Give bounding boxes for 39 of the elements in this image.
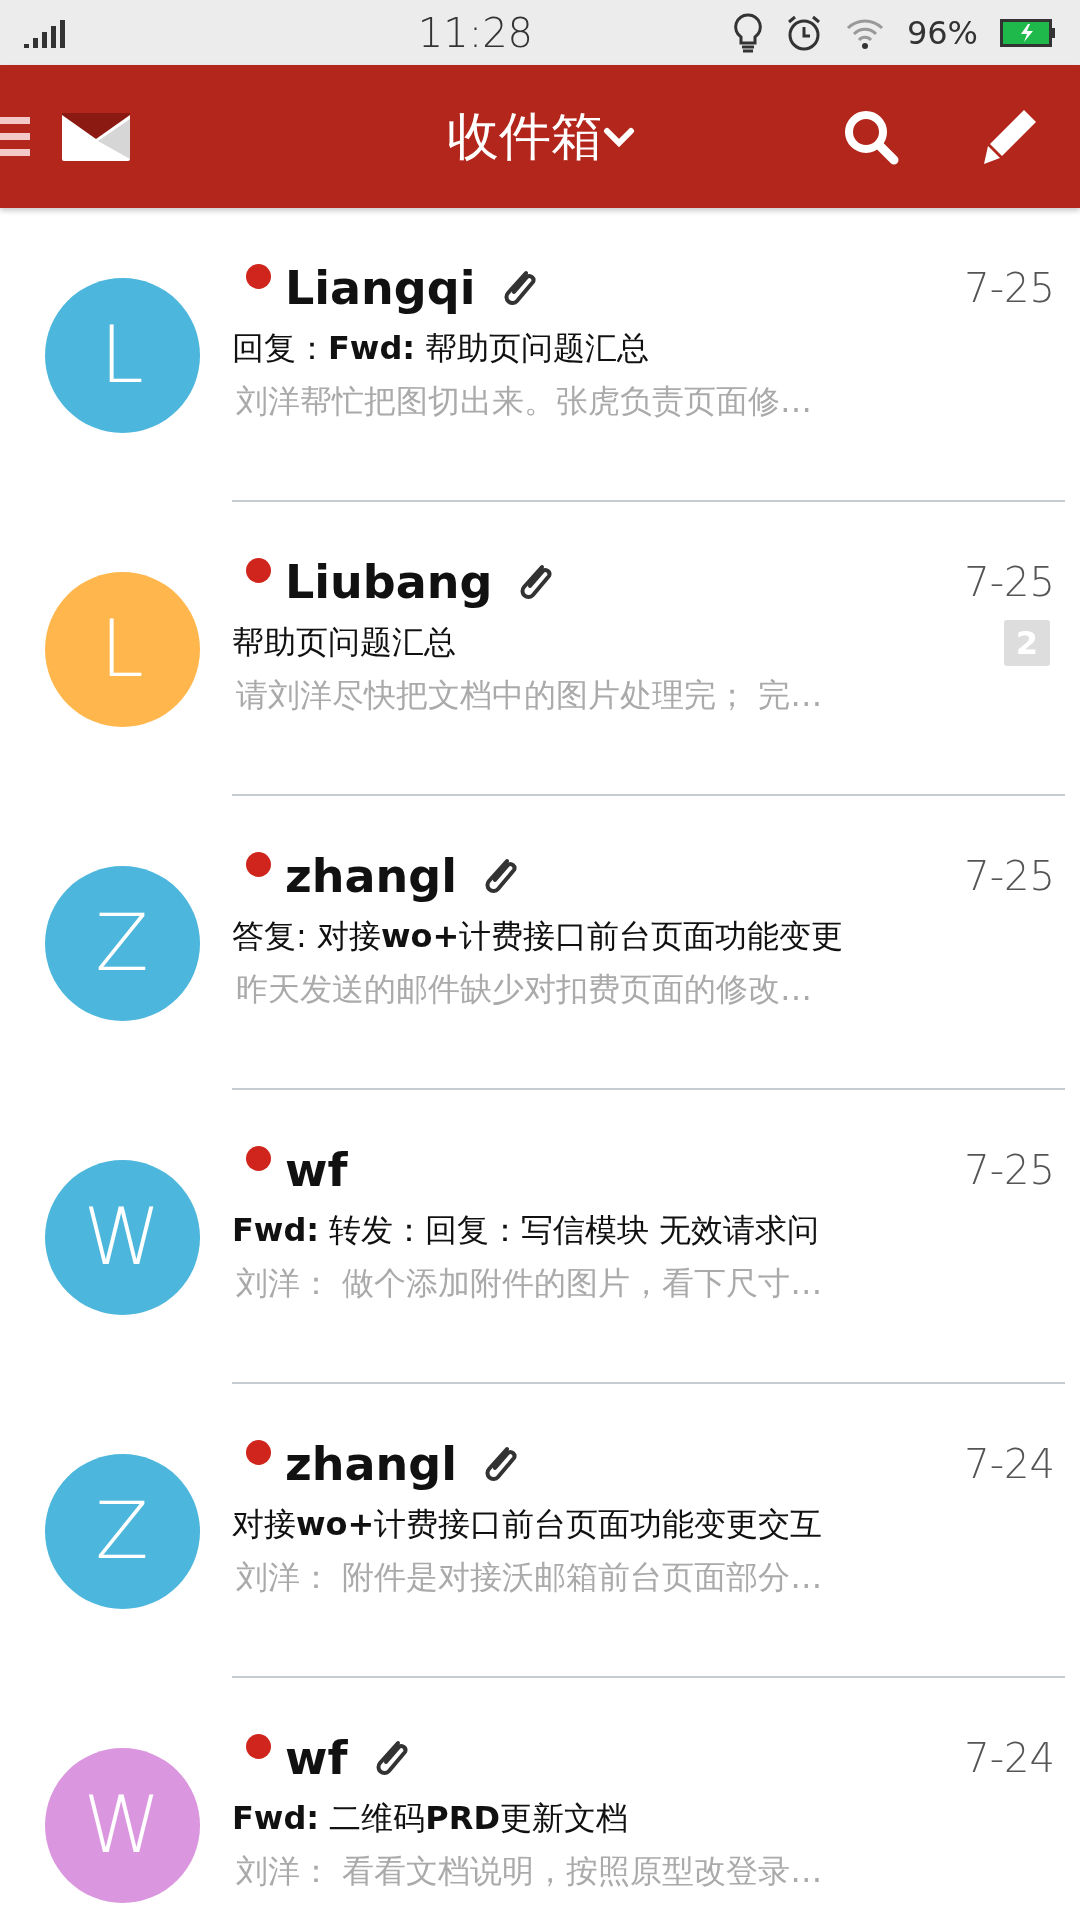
avatar: L bbox=[44, 571, 200, 727]
message-date: 7-24 bbox=[964, 1735, 1055, 1781]
message-preview: 昨天发送的邮件缺少对扣费页面的修改… bbox=[235, 969, 813, 1010]
message-date: 7-25 bbox=[964, 1147, 1055, 1193]
message-subject: 帮助页问题汇总 bbox=[232, 622, 456, 663]
avatar: L bbox=[44, 277, 200, 433]
chevron-down-icon[interactable] bbox=[603, 126, 635, 147]
message-subject: 答复: 对接wo+计费接口前台页面功能变更 bbox=[232, 916, 844, 957]
sender-name: zhangl bbox=[285, 849, 457, 903]
envelope-icon[interactable] bbox=[62, 112, 130, 161]
avatar: Z bbox=[44, 1453, 200, 1609]
sender-name: wf bbox=[285, 1731, 348, 1785]
message-subject: Fwd: 二维码PRD更新文档 bbox=[232, 1798, 628, 1839]
message-date: 7-24 bbox=[964, 1441, 1055, 1487]
message-date: 7-25 bbox=[964, 265, 1055, 311]
sender-name: zhangl bbox=[285, 1437, 457, 1491]
message-preview: 刘洋： 看看文档说明，按照原型改登录… bbox=[235, 1851, 824, 1892]
menu-icon[interactable] bbox=[0, 114, 30, 159]
avatar: W bbox=[44, 1159, 200, 1315]
message-subject: 回复：Fwd: 帮助页问题汇总 bbox=[232, 328, 650, 369]
message-preview: 请刘洋尽快把文档中的图片处理完； 完… bbox=[235, 675, 824, 716]
message-preview: 刘洋： 附件是对接沃邮箱前台页面部分… bbox=[235, 1557, 824, 1598]
lightbulb-icon bbox=[732, 12, 763, 53]
sender-name: Liangqi bbox=[285, 261, 476, 315]
status-time: 11:28 bbox=[416, 9, 534, 56]
avatar: W bbox=[44, 1747, 200, 1903]
message-preview: 刘洋帮忙把图切出来。张虎负责页面修… bbox=[235, 381, 813, 422]
sender-name: wf bbox=[285, 1143, 348, 1197]
message-subject: Fwd: 转发：回复：写信模块 无效请求问 bbox=[232, 1210, 820, 1251]
battery-icon bbox=[1000, 18, 1056, 47]
battery-percent: 96% bbox=[906, 13, 978, 52]
message-preview: 刘洋： 做个添加附件的图片，看下尺寸… bbox=[235, 1263, 824, 1304]
message-date: 7-25 bbox=[964, 559, 1055, 605]
message-date: 7-25 bbox=[964, 853, 1055, 899]
sender-name: Liubang bbox=[285, 555, 493, 609]
signal-icon bbox=[24, 17, 68, 48]
inbox-title[interactable]: 收件箱 bbox=[447, 101, 603, 172]
avatar: Z bbox=[44, 865, 200, 1021]
message-subject: 对接wo+计费接口前台页面功能变更交互 bbox=[232, 1504, 823, 1545]
